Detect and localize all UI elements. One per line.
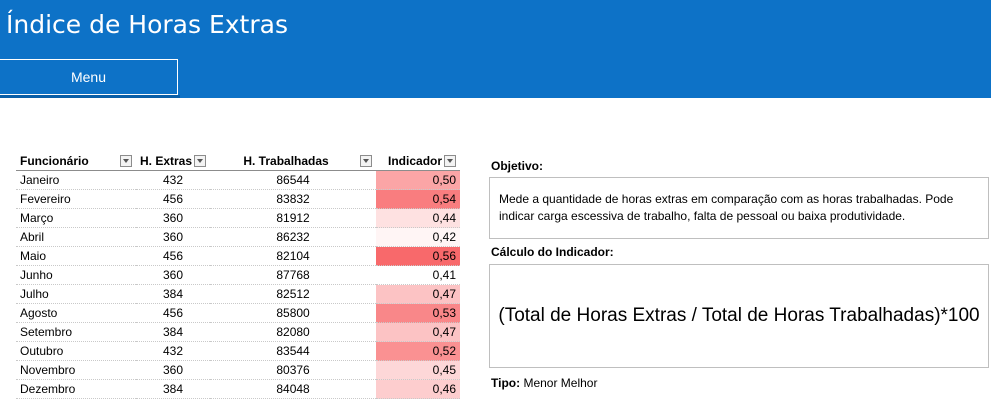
column-header-h-extras: H. Extras	[136, 152, 211, 171]
table-body: Janeiro 432 86544 0,50 Fevereiro 456 83832 0,5…	[16, 170, 461, 399]
cell-h-trabalhadas[interactable]: 81912	[210, 208, 377, 228]
cell-funcionario[interactable]: Agosto	[16, 303, 136, 323]
table-row[interactable]: Junho 360 87768 0,41	[16, 265, 461, 285]
cell-funcionario[interactable]: Março	[16, 208, 136, 228]
filter-dropdown-icon[interactable]	[444, 155, 457, 167]
calculo-label: Cálculo do Indicador:	[491, 245, 614, 259]
table-row[interactable]: Novembro 360 80376 0,45	[16, 360, 461, 380]
cell-h-extras[interactable]: 384	[136, 284, 211, 304]
cell-funcionario[interactable]: Junho	[16, 265, 136, 285]
cell-h-extras[interactable]: 384	[136, 379, 211, 399]
cell-h-trabalhadas[interactable]: 80376	[210, 360, 377, 380]
cell-indicador[interactable]: 0,50	[376, 170, 461, 190]
cell-funcionario[interactable]: Novembro	[16, 360, 136, 380]
filter-dropdown-icon[interactable]	[360, 155, 373, 167]
cell-funcionario[interactable]: Setembro	[16, 322, 136, 342]
cell-h-extras[interactable]: 360	[136, 360, 211, 380]
cell-h-trabalhadas[interactable]: 83544	[210, 341, 377, 361]
column-header-h-trabalhadas: H. Trabalhadas	[210, 152, 377, 171]
cell-h-extras[interactable]: 360	[136, 208, 211, 228]
cell-h-extras[interactable]: 456	[136, 246, 211, 266]
table-header-row: Funcionário H. Extras H. Trabalhadas Ind…	[16, 152, 461, 171]
cell-h-extras[interactable]: 432	[136, 170, 211, 190]
cell-funcionario[interactable]: Julho	[16, 284, 136, 304]
table-row[interactable]: Dezembro 384 84048 0,46	[16, 379, 461, 399]
filter-dropdown-icon[interactable]	[194, 155, 207, 167]
indicator-table: Funcionário H. Extras H. Trabalhadas Ind…	[16, 152, 461, 399]
cell-h-trabalhadas[interactable]: 86232	[210, 227, 377, 247]
table-row[interactable]: Setembro 384 82080 0,47	[16, 322, 461, 342]
column-header-label: Indicador	[388, 154, 443, 168]
cell-indicador[interactable]: 0,42	[376, 227, 461, 247]
tipo-value: Menor Melhor	[523, 376, 598, 390]
tipo-label: Tipo:	[491, 376, 521, 390]
page-title: Índice de Horas Extras	[6, 10, 288, 39]
menu-button[interactable]: Menu	[0, 59, 178, 95]
cell-indicador[interactable]: 0,47	[376, 284, 461, 304]
cell-h-trabalhadas[interactable]: 82104	[210, 246, 377, 266]
cell-h-extras[interactable]: 456	[136, 189, 211, 209]
cell-h-trabalhadas[interactable]: 82512	[210, 284, 377, 304]
cell-h-extras[interactable]: 360	[136, 265, 211, 285]
table-row[interactable]: Agosto 456 85800 0,53	[16, 303, 461, 323]
cell-funcionario[interactable]: Janeiro	[16, 170, 136, 190]
cell-funcionario[interactable]: Dezembro	[16, 379, 136, 399]
cell-h-trabalhadas[interactable]: 82080	[210, 322, 377, 342]
objetivo-text: Mede a quantidade de horas extras em com…	[499, 192, 954, 223]
header-bar: Índice de Horas Extras Menu	[0, 0, 991, 98]
objetivo-label: Objetivo:	[491, 159, 544, 173]
cell-funcionario[interactable]: Abril	[16, 227, 136, 247]
column-header-label: Funcionário	[20, 154, 89, 168]
cell-funcionario[interactable]: Maio	[16, 246, 136, 266]
cell-h-trabalhadas[interactable]: 87768	[210, 265, 377, 285]
cell-h-extras[interactable]: 456	[136, 303, 211, 323]
table-row[interactable]: Abril 360 86232 0,42	[16, 227, 461, 247]
cell-h-extras[interactable]: 360	[136, 227, 211, 247]
cell-h-trabalhadas[interactable]: 84048	[210, 379, 377, 399]
cell-funcionario[interactable]: Outubro	[16, 341, 136, 361]
cell-indicador[interactable]: 0,54	[376, 189, 461, 209]
table-row[interactable]: Fevereiro 456 83832 0,54	[16, 189, 461, 209]
cell-h-extras[interactable]: 432	[136, 341, 211, 361]
tipo-line: Tipo: Menor Melhor	[491, 376, 597, 390]
formula-text: (Total de Horas Extras / Total de Horas …	[498, 305, 980, 326]
cell-indicador[interactable]: 0,41	[376, 265, 461, 285]
cell-indicador[interactable]: 0,56	[376, 246, 461, 266]
table-row[interactable]: Janeiro 432 86544 0,50	[16, 170, 461, 190]
table-row[interactable]: Maio 456 82104 0,56	[16, 246, 461, 266]
cell-h-trabalhadas[interactable]: 86544	[210, 170, 377, 190]
table-row[interactable]: Outubro 432 83544 0,52	[16, 341, 461, 361]
cell-h-trabalhadas[interactable]: 85800	[210, 303, 377, 323]
column-header-funcionario: Funcionário	[16, 152, 136, 171]
cell-h-extras[interactable]: 384	[136, 322, 211, 342]
cell-indicador[interactable]: 0,46	[376, 379, 461, 399]
cell-indicador[interactable]: 0,53	[376, 303, 461, 323]
table-row[interactable]: Março 360 81912 0,44	[16, 208, 461, 228]
menu-button-shadow	[0, 95, 180, 98]
cell-h-trabalhadas[interactable]: 83832	[210, 189, 377, 209]
column-header-label: H. Extras	[140, 154, 193, 168]
filter-dropdown-icon[interactable]	[120, 155, 132, 167]
cell-indicador[interactable]: 0,44	[376, 208, 461, 228]
cell-indicador[interactable]: 0,52	[376, 341, 461, 361]
table-row[interactable]: Julho 384 82512 0,47	[16, 284, 461, 304]
column-header-label: H. Trabalhadas	[243, 154, 329, 168]
cell-funcionario[interactable]: Fevereiro	[16, 189, 136, 209]
cell-indicador[interactable]: 0,47	[376, 322, 461, 342]
column-header-indicador: Indicador	[376, 152, 461, 171]
cell-indicador[interactable]: 0,45	[376, 360, 461, 380]
